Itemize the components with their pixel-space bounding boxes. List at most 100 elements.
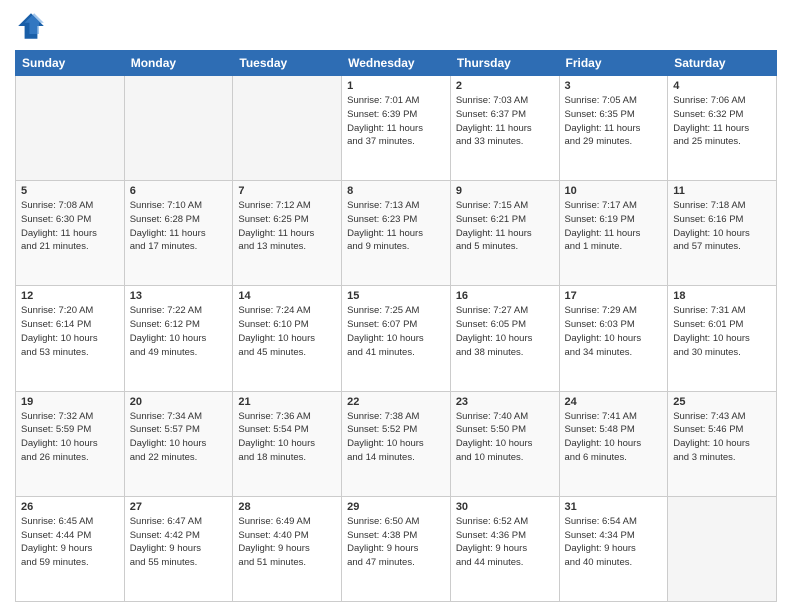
day-info: Sunrise: 7:08 AM Sunset: 6:30 PM Dayligh… [21, 199, 119, 254]
day-info: Sunrise: 7:27 AM Sunset: 6:05 PM Dayligh… [456, 304, 554, 359]
day-info: Sunrise: 7:22 AM Sunset: 6:12 PM Dayligh… [130, 304, 228, 359]
day-info: Sunrise: 7:43 AM Sunset: 5:46 PM Dayligh… [673, 410, 771, 465]
calendar-cell: 14 Sunrise: 7:24 AM Sunset: 6:10 PM Dayli… [233, 286, 342, 391]
calendar-cell: 31 Sunrise: 6:54 AM Sunset: 4:34 PM Dayli… [559, 496, 668, 601]
calendar-cell: 28Sunrise: 6:49 AM Sunset: 4:40 PM Dayli… [233, 496, 342, 601]
calendar-cell: 12Sunrise: 7:20 AM Sunset: 6:14 PM Dayli… [16, 286, 125, 391]
day-info: Sunrise: 7:06 AM Sunset: 6:32 PM Dayligh… [673, 94, 771, 149]
day-info: Sunrise: 6:52 AM Sunset: 4:36 PM Dayligh… [456, 515, 554, 570]
day-info: Sunrise: 6:47 AM Sunset: 4:42 PM Dayligh… [130, 515, 228, 570]
calendar-week-row: 26 Sunrise: 6:45 AM Sunset: 4:44 PM Dayli… [16, 496, 777, 601]
day-info: Sunrise: 6:54 AM Sunset: 4:34 PM Dayligh… [565, 515, 663, 570]
day-number: 13 [130, 290, 228, 302]
calendar-cell: 4 Sunrise: 7:06 AM Sunset: 6:32 PM Daylig… [668, 76, 777, 181]
day-info: Sunrise: 6:50 AM Sunset: 4:38 PM Dayligh… [347, 515, 445, 570]
calendar-cell: 9 Sunrise: 7:15 AM Sunset: 6:21 PM Daylig… [450, 181, 559, 286]
calendar-cell: 26 Sunrise: 6:45 AM Sunset: 4:44 PM Dayli… [16, 496, 125, 601]
day-number: 25 [673, 396, 771, 408]
calendar-cell: 11 Sunrise: 7:18 AM Sunset: 6:16 PM Dayli… [668, 181, 777, 286]
day-info: Sunrise: 7:15 AM Sunset: 6:21 PM Dayligh… [456, 199, 554, 254]
calendar: SundayMondayTuesdayWednesdayThursdayFrid… [15, 50, 777, 602]
calendar-cell: 29 Sunrise: 6:50 AM Sunset: 4:38 PM Dayli… [342, 496, 451, 601]
logo-icon [15, 10, 47, 42]
day-info: Sunrise: 7:24 AM Sunset: 6:10 PM Dayligh… [238, 304, 336, 359]
day-number: 29 [347, 501, 445, 513]
calendar-cell: 16 Sunrise: 7:27 AM Sunset: 6:05 PM Dayli… [450, 286, 559, 391]
day-number: 6 [130, 185, 228, 197]
day-number: 4 [673, 80, 771, 92]
day-number: 18 [673, 290, 771, 302]
calendar-cell: 23 Sunrise: 7:40 AM Sunset: 5:50 PM Dayli… [450, 391, 559, 496]
day-info: Sunrise: 7:03 AM Sunset: 6:37 PM Dayligh… [456, 94, 554, 149]
calendar-cell: 19 Sunrise: 7:32 AM Sunset: 5:59 PM Dayli… [16, 391, 125, 496]
calendar-cell: 15 Sunrise: 7:25 AM Sunset: 6:07 PM Dayli… [342, 286, 451, 391]
header [15, 10, 777, 42]
calendar-cell: 24 Sunrise: 7:41 AM Sunset: 5:48 PM Dayli… [559, 391, 668, 496]
day-info: Sunrise: 7:38 AM Sunset: 5:52 PM Dayligh… [347, 410, 445, 465]
calendar-cell: 3 Sunrise: 7:05 AM Sunset: 6:35 PM Daylig… [559, 76, 668, 181]
calendar-cell [124, 76, 233, 181]
day-number: 28 [238, 501, 336, 513]
day-number: 17 [565, 290, 663, 302]
day-info: Sunrise: 6:45 AM Sunset: 4:44 PM Dayligh… [21, 515, 119, 570]
day-number: 14 [238, 290, 336, 302]
calendar-cell: 27 Sunrise: 6:47 AM Sunset: 4:42 PM Dayli… [124, 496, 233, 601]
calendar-cell: 30 Sunrise: 6:52 AM Sunset: 4:36 PM Dayli… [450, 496, 559, 601]
calendar-week-row: 12Sunrise: 7:20 AM Sunset: 6:14 PM Dayli… [16, 286, 777, 391]
calendar-cell: 10 Sunrise: 7:17 AM Sunset: 6:19 PM Dayli… [559, 181, 668, 286]
day-info: Sunrise: 7:40 AM Sunset: 5:50 PM Dayligh… [456, 410, 554, 465]
day-number: 16 [456, 290, 554, 302]
day-info: Sunrise: 7:10 AM Sunset: 6:28 PM Dayligh… [130, 199, 228, 254]
day-number: 15 [347, 290, 445, 302]
day-number: 9 [456, 185, 554, 197]
weekday-header: Wednesday [342, 51, 451, 76]
calendar-cell: 20 Sunrise: 7:34 AM Sunset: 5:57 PM Dayli… [124, 391, 233, 496]
page: SundayMondayTuesdayWednesdayThursdayFrid… [0, 0, 792, 612]
day-info: Sunrise: 7:32 AM Sunset: 5:59 PM Dayligh… [21, 410, 119, 465]
logo [15, 10, 51, 42]
day-number: 31 [565, 501, 663, 513]
day-number: 30 [456, 501, 554, 513]
calendar-week-row: 19 Sunrise: 7:32 AM Sunset: 5:59 PM Dayli… [16, 391, 777, 496]
day-number: 10 [565, 185, 663, 197]
day-number: 1 [347, 80, 445, 92]
day-number: 22 [347, 396, 445, 408]
calendar-cell: 7Sunrise: 7:12 AM Sunset: 6:25 PM Daylig… [233, 181, 342, 286]
day-number: 3 [565, 80, 663, 92]
calendar-cell: 25 Sunrise: 7:43 AM Sunset: 5:46 PM Dayli… [668, 391, 777, 496]
day-info: Sunrise: 7:41 AM Sunset: 5:48 PM Dayligh… [565, 410, 663, 465]
calendar-week-row: 1Sunrise: 7:01 AM Sunset: 6:39 PM Daylig… [16, 76, 777, 181]
day-info: Sunrise: 7:05 AM Sunset: 6:35 PM Dayligh… [565, 94, 663, 149]
calendar-cell: 18Sunrise: 7:31 AM Sunset: 6:01 PM Dayli… [668, 286, 777, 391]
day-info: Sunrise: 7:13 AM Sunset: 6:23 PM Dayligh… [347, 199, 445, 254]
day-number: 26 [21, 501, 119, 513]
day-number: 21 [238, 396, 336, 408]
weekday-header: Monday [124, 51, 233, 76]
day-number: 24 [565, 396, 663, 408]
day-info: Sunrise: 7:25 AM Sunset: 6:07 PM Dayligh… [347, 304, 445, 359]
day-number: 19 [21, 396, 119, 408]
day-number: 20 [130, 396, 228, 408]
day-number: 27 [130, 501, 228, 513]
day-number: 23 [456, 396, 554, 408]
calendar-cell [668, 496, 777, 601]
day-number: 8 [347, 185, 445, 197]
day-info: Sunrise: 7:20 AM Sunset: 6:14 PM Dayligh… [21, 304, 119, 359]
day-info: Sunrise: 7:34 AM Sunset: 5:57 PM Dayligh… [130, 410, 228, 465]
calendar-cell: 13 Sunrise: 7:22 AM Sunset: 6:12 PM Dayli… [124, 286, 233, 391]
day-info: Sunrise: 7:18 AM Sunset: 6:16 PM Dayligh… [673, 199, 771, 254]
calendar-cell: 6 Sunrise: 7:10 AM Sunset: 6:28 PM Daylig… [124, 181, 233, 286]
day-number: 11 [673, 185, 771, 197]
day-info: Sunrise: 7:17 AM Sunset: 6:19 PM Dayligh… [565, 199, 663, 254]
day-info: Sunrise: 7:12 AM Sunset: 6:25 PM Dayligh… [238, 199, 336, 254]
weekday-header: Saturday [668, 51, 777, 76]
calendar-cell: 21Sunrise: 7:36 AM Sunset: 5:54 PM Dayli… [233, 391, 342, 496]
calendar-week-row: 5Sunrise: 7:08 AM Sunset: 6:30 PM Daylig… [16, 181, 777, 286]
calendar-cell: 8 Sunrise: 7:13 AM Sunset: 6:23 PM Daylig… [342, 181, 451, 286]
weekday-header: Sunday [16, 51, 125, 76]
weekday-header: Friday [559, 51, 668, 76]
calendar-cell: 5Sunrise: 7:08 AM Sunset: 6:30 PM Daylig… [16, 181, 125, 286]
calendar-cell: 22 Sunrise: 7:38 AM Sunset: 5:52 PM Dayli… [342, 391, 451, 496]
calendar-cell: 17Sunrise: 7:29 AM Sunset: 6:03 PM Dayli… [559, 286, 668, 391]
calendar-cell: 2Sunrise: 7:03 AM Sunset: 6:37 PM Daylig… [450, 76, 559, 181]
